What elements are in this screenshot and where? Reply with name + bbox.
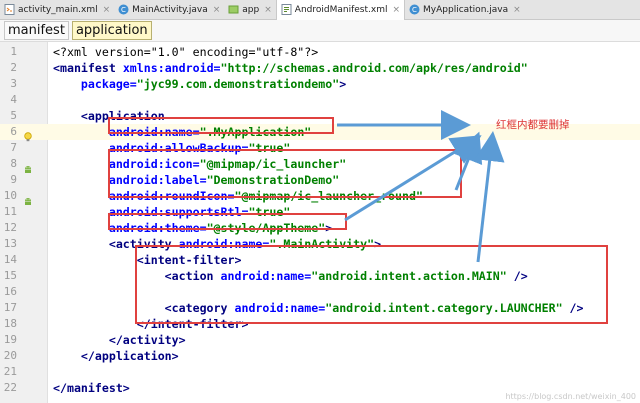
- line-number: 11: [3, 205, 17, 218]
- code-line[interactable]: 3 package="jyc99.com.demonstrationdemo">: [0, 76, 640, 92]
- tab-label: app: [242, 4, 260, 15]
- code-line[interactable]: 20 </application>: [0, 348, 640, 364]
- manifest-file-icon: [281, 4, 292, 15]
- tab-label: MyApplication.java: [423, 4, 509, 15]
- svg-text:C: C: [121, 6, 126, 14]
- tab-androidmanifest-xml[interactable]: AndroidManifest.xml ×: [275, 0, 406, 20]
- tab-label: AndroidManifest.xml: [294, 4, 388, 15]
- line-number: 21: [3, 365, 17, 378]
- line-number: 1: [10, 45, 17, 58]
- annotation-note: 红框内都要删掉: [496, 119, 570, 131]
- line-number: 19: [3, 333, 17, 346]
- line-number: 14: [3, 253, 17, 266]
- android-icon[interactable]: [23, 159, 33, 173]
- code-text: </activity>: [53, 332, 186, 348]
- tab-label: activity_main.xml: [18, 4, 98, 15]
- breadcrumb: manifest application: [0, 20, 640, 42]
- line-number: 22: [3, 381, 17, 394]
- code-text: <?xml version="1.0" encoding="utf-8"?>: [53, 44, 318, 60]
- line-number: 6: [10, 125, 17, 138]
- java-class-icon: C: [409, 4, 420, 15]
- code-token: "jyc99.com.demonstrationdemo": [136, 77, 340, 91]
- line-number: 3: [10, 77, 17, 90]
- module-icon: [228, 4, 239, 15]
- xml-file-icon: [4, 4, 15, 15]
- code-token: "http://schemas.android.com/apk/res/andr…: [220, 61, 528, 75]
- line-number: 10: [3, 189, 17, 202]
- tab-app[interactable]: app ×: [224, 0, 276, 20]
- svg-text:C: C: [412, 6, 417, 14]
- line-number: 7: [10, 141, 17, 154]
- line-number: 9: [10, 173, 17, 186]
- code-token: </manifest>: [53, 381, 130, 395]
- code-text: <manifest xmlns:android="http://schemas.…: [53, 60, 528, 76]
- java-class-icon: C: [118, 4, 129, 15]
- code-text: package="jyc99.com.demonstrationdemo">: [53, 76, 346, 92]
- line-number: 18: [3, 317, 17, 330]
- tab-myapplication-java[interactable]: C MyApplication.java ×: [405, 0, 525, 20]
- line-number: 5: [10, 109, 17, 122]
- close-icon[interactable]: ×: [103, 5, 111, 15]
- close-icon[interactable]: ×: [213, 5, 221, 15]
- line-number: 17: [3, 301, 17, 314]
- breadcrumb-item-application[interactable]: application: [71, 21, 152, 40]
- tab-activity-main-xml[interactable]: activity_main.xml ×: [0, 0, 114, 20]
- line-number: 20: [3, 349, 17, 362]
- code-token: xmlns:android=: [122, 61, 221, 75]
- annotation-box-name: [108, 117, 334, 134]
- close-icon[interactable]: ×: [392, 5, 400, 15]
- code-token: <?xml version="1.0" encoding="utf-8"?>: [53, 45, 319, 59]
- code-line[interactable]: 19 </activity>: [0, 332, 640, 348]
- close-icon[interactable]: ×: [264, 5, 272, 15]
- code-text: </application>: [53, 348, 179, 364]
- watermark: https://blog.csdn.net/weixin_400: [505, 392, 636, 401]
- close-icon[interactable]: ×: [513, 5, 521, 15]
- code-line[interactable]: 21: [0, 364, 640, 380]
- annotation-box-intent-filter: [135, 245, 608, 324]
- code-token: </activity>: [53, 333, 186, 347]
- code-token: package=: [53, 77, 137, 91]
- line-number: 16: [3, 285, 17, 298]
- line-number: 2: [10, 61, 17, 74]
- annotation-box-icon-label-roundicon: [108, 149, 462, 198]
- line-number: 4: [10, 93, 17, 106]
- code-line[interactable]: 1 <?xml version="1.0" encoding="utf-8"?>: [0, 44, 640, 60]
- code-token: >: [339, 77, 347, 91]
- line-number: 13: [3, 237, 17, 250]
- breadcrumb-item-manifest[interactable]: manifest: [4, 21, 69, 40]
- code-token: </application>: [53, 349, 179, 363]
- line-number: 8: [10, 157, 17, 170]
- annotation-box-theme: [108, 213, 347, 230]
- tab-label: MainActivity.java: [132, 4, 208, 15]
- line-number: 12: [3, 221, 17, 234]
- android-icon[interactable]: [23, 191, 33, 205]
- editor-tab-bar: activity_main.xml × C MainActivity.java × app…: [0, 0, 640, 20]
- code-text: </manifest>: [53, 380, 130, 396]
- line-number: 15: [3, 269, 17, 282]
- code-line[interactable]: 4: [0, 92, 640, 108]
- code-token: <manifest: [53, 61, 123, 75]
- tab-mainactivity-java[interactable]: C MainActivity.java ×: [114, 0, 224, 20]
- code-line[interactable]: 2 <manifest xmlns:android="http://schemas…: [0, 60, 640, 76]
- lightbulb-icon[interactable]: [23, 127, 33, 142]
